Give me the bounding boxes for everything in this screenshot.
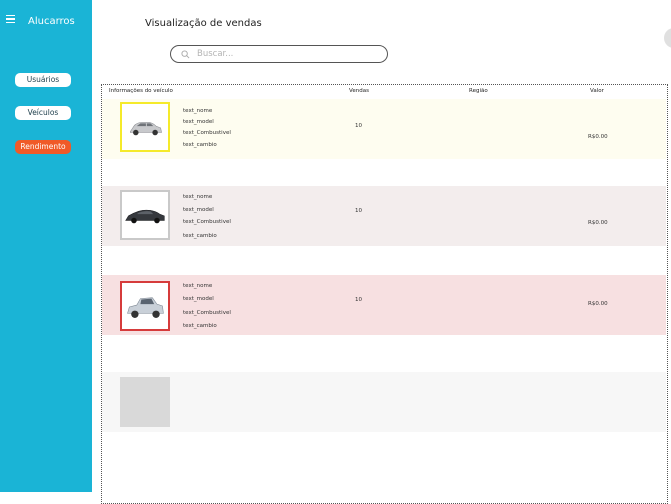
vendas-value: 10 [355,297,362,303]
header-regiao: Região [469,88,488,94]
field-cambio: text_cambio [183,233,217,239]
vendas-value: 10 [355,208,362,214]
field-combustivel: text_Combustivel [183,219,231,225]
field-nome: text_nome [183,108,213,114]
field-cambio: text_cambio [183,142,217,148]
car-thumbnail [120,102,170,152]
search-icon [181,50,190,59]
search-box[interactable] [170,45,388,63]
nav-usuarios-button[interactable]: Usuários [15,73,71,87]
field-cambio: text_cambio [183,323,217,329]
header-vehicle-info: Informações do veículo [109,88,173,94]
field-model: text_model [183,207,214,213]
valor-value: R$0.00 [588,220,608,226]
car-image-icon [130,122,162,136]
sidebar: Alucarros Usuários Veículos Rendimento [0,0,92,492]
hamburger-menu-icon[interactable] [6,15,15,24]
vendas-value: 10 [355,123,362,129]
field-nome: text_nome [183,194,213,200]
avatar[interactable] [664,28,671,48]
brand-name: Alucarros [28,16,75,27]
field-combustivel: text_Combustivel [183,310,231,316]
valor-value: R$0.00 [588,301,608,307]
car-thumbnail [120,190,170,240]
field-nome: text_nome [183,283,213,289]
car-image-icon [125,209,165,224]
nav-veiculos-button[interactable]: Veículos [15,106,71,120]
header-vendas: Vendas [349,88,369,94]
search-input[interactable] [197,47,377,61]
page-title: Visualização de vendas [145,18,262,29]
nav-rendimento-button[interactable]: Rendimento [15,140,71,154]
header-valor: Valor [590,88,604,94]
car-thumbnail [120,281,170,331]
valor-value: R$0.00 [588,134,608,140]
image-placeholder [120,377,170,427]
table-row[interactable] [102,372,666,432]
field-model: text_model [183,296,214,302]
field-combustivel: text_Combustivel [183,130,231,136]
field-model: text_model [183,119,214,125]
car-image-icon [127,297,164,318]
